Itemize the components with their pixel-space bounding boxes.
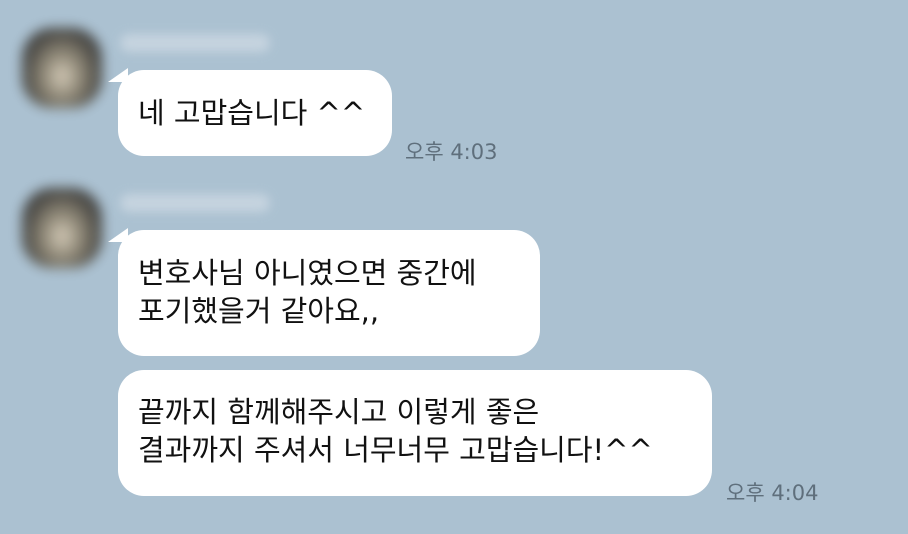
message-bubble[interactable]: 끝까지 함께해주시고 이렇게 좋은 결과까지 주셔서 너무너무 고맙습니다!^^ — [118, 370, 712, 496]
sender-avatar[interactable] — [22, 28, 102, 108]
message-text: 네 고맙습니다 ^^ — [138, 96, 366, 130]
message-text-line: 끝까지 함께해주시고 이렇게 좋은 — [138, 395, 540, 429]
message-bubble[interactable]: 변호사님 아니였으면 중간에 포기했을거 같아요,, — [118, 230, 540, 356]
sender-name — [120, 194, 270, 212]
message-text-line: 변호사님 아니였으면 중간에 — [138, 256, 477, 290]
message-time: 오후 4:03 — [405, 140, 498, 164]
sender-avatar[interactable] — [22, 188, 102, 268]
message-text-line: 결과까지 주셔서 너무너무 고맙습니다!^^ — [138, 433, 653, 467]
message-bubble[interactable]: 네 고맙습니다 ^^ — [118, 70, 392, 156]
sender-name — [120, 34, 270, 52]
message-text-line: 포기했을거 같아요,, — [138, 294, 380, 328]
message-time: 오후 4:04 — [726, 481, 819, 505]
chat-screen: { "messages": [ { "lines": ["네 고맙습니다 ^^"… — [0, 0, 908, 534]
